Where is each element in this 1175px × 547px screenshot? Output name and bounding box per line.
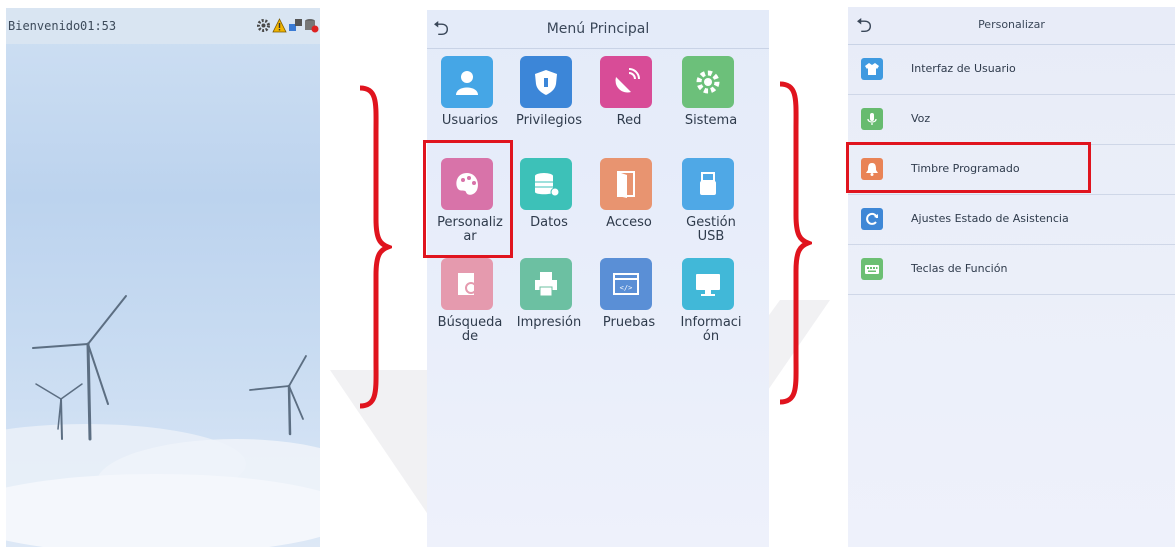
code-icon: </> xyxy=(600,258,652,310)
wind-turbine-wallpaper xyxy=(6,295,320,547)
highlight-box-timbre xyxy=(846,142,1091,193)
status-icons xyxy=(256,18,319,33)
highlight-box-personalizar xyxy=(423,140,513,258)
menu-item-usuarios[interactable]: Usuarios xyxy=(428,56,512,146)
menu-item-label: Datos xyxy=(530,215,568,230)
title-bar: ⮌ Personalizar xyxy=(848,7,1175,45)
menu-item-label: Informaci ón xyxy=(680,315,742,344)
menu-item-label: Privilegios xyxy=(515,113,583,128)
tshirt-icon xyxy=(861,58,883,80)
warning-icon xyxy=(272,18,287,33)
network-icon xyxy=(288,18,303,33)
welcome-label: Bienvenido xyxy=(8,19,81,33)
database-icon xyxy=(520,158,572,210)
menu-item-pruebas[interactable]: </> Pruebas xyxy=(587,258,671,348)
list-item-teclas[interactable]: Teclas de Función xyxy=(848,245,1175,295)
menu-item-label: Gestión USB xyxy=(686,215,736,244)
page-title: Menú Principal xyxy=(546,21,650,37)
list-item-label: Voz xyxy=(911,112,931,125)
clock: 01:53 xyxy=(80,19,117,33)
menu-item-acceso[interactable]: Acceso xyxy=(587,158,671,248)
menu-item-label: Pruebas xyxy=(602,315,656,330)
page-title: Personalizar xyxy=(978,18,1045,31)
list-item-label: Teclas de Función xyxy=(911,262,1008,275)
document-search-icon xyxy=(441,258,493,310)
users-icon xyxy=(441,56,493,108)
main-menu-screen: ⮌ Menú Principal Usuarios Privilegios Re… xyxy=(427,10,769,547)
menu-item-label: Sistema xyxy=(684,113,738,128)
satellite-dish-icon xyxy=(600,56,652,108)
menu-item-datos[interactable]: Datos xyxy=(507,158,591,248)
list-item-ajustes[interactable]: Ajustes Estado de Asistencia xyxy=(848,195,1175,245)
menu-item-impresion[interactable]: Impresión xyxy=(507,258,591,348)
personalizar-screen: ⮌ Personalizar Interfaz de Usuario Voz T… xyxy=(848,7,1175,547)
gear-icon xyxy=(682,56,734,108)
keyboard-icon xyxy=(861,258,883,280)
home-screen: Bienvenido 01:53 xyxy=(6,8,320,547)
list-item-voz[interactable]: Voz xyxy=(848,95,1175,145)
menu-item-red[interactable]: Red xyxy=(587,56,671,146)
brace-left xyxy=(359,85,392,409)
door-icon xyxy=(600,158,652,210)
list-item-interfaz[interactable]: Interfaz de Usuario xyxy=(848,45,1175,95)
menu-item-privilegios[interactable]: Privilegios xyxy=(507,56,591,146)
status-bar: Bienvenido 01:53 xyxy=(6,8,320,44)
svg-text:</>: </> xyxy=(620,284,633,292)
monitor-icon xyxy=(682,258,734,310)
database-icon xyxy=(304,18,319,33)
usb-icon xyxy=(682,158,734,210)
menu-item-gestion-usb[interactable]: Gestión USB xyxy=(669,158,753,248)
printer-icon xyxy=(520,258,572,310)
list-item-label: Interfaz de Usuario xyxy=(911,62,1016,75)
menu-item-busqueda[interactable]: Búsqueda de xyxy=(428,258,512,348)
menu-item-label: Acceso xyxy=(606,215,652,230)
menu-item-label: Red xyxy=(616,113,642,128)
shield-icon xyxy=(520,56,572,108)
gear-icon xyxy=(256,18,271,33)
menu-item-sistema[interactable]: Sistema xyxy=(669,56,753,146)
menu-item-label: Impresión xyxy=(516,315,582,330)
menu-item-informacion[interactable]: Informaci ón xyxy=(669,258,753,348)
refresh-icon xyxy=(861,208,883,230)
brace-right xyxy=(779,81,812,405)
list-item-label: Ajustes Estado de Asistencia xyxy=(911,212,1069,225)
title-bar: ⮌ Menú Principal xyxy=(427,10,769,49)
microphone-icon xyxy=(861,108,883,130)
